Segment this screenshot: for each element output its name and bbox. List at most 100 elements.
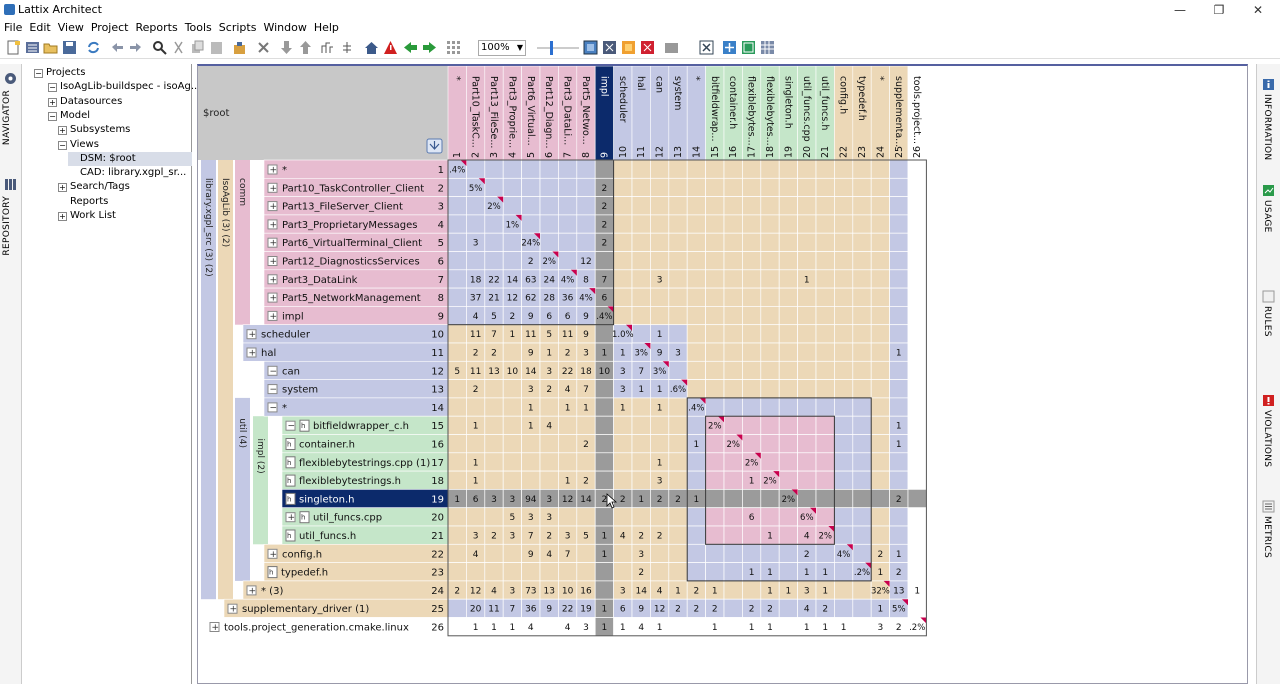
paste-icon[interactable] xyxy=(209,40,224,55)
matrix-cell xyxy=(668,507,688,527)
nav-item-datasources[interactable]: + Datasources xyxy=(48,95,122,109)
zoom-select[interactable]: 100% ▼ xyxy=(478,40,526,56)
cell-value: 16 xyxy=(580,586,592,596)
move-up-icon[interactable] xyxy=(298,40,313,55)
rules-icon[interactable] xyxy=(1262,290,1275,303)
back-icon[interactable] xyxy=(403,40,418,55)
delete-icon[interactable] xyxy=(256,40,271,55)
menu-scripts[interactable]: Scripts xyxy=(216,20,260,36)
package-icon[interactable] xyxy=(232,40,247,55)
copy-icon[interactable] xyxy=(190,40,205,55)
menu-edit[interactable]: Edit xyxy=(26,20,53,36)
nav-item-model[interactable]: − Model xyxy=(48,109,90,123)
cell-value: 2 xyxy=(602,184,608,194)
menu-reports[interactable]: Reports xyxy=(132,20,180,36)
collapse-toggle-icon[interactable]: − xyxy=(48,83,57,93)
matrix-cell xyxy=(539,470,559,490)
cell-value: 5 xyxy=(491,312,497,322)
refresh-icon[interactable] xyxy=(86,40,101,55)
navigator-icon[interactable] xyxy=(4,72,17,85)
matrix-cell xyxy=(834,360,854,380)
grid-icon[interactable] xyxy=(446,40,461,55)
matrix-cell xyxy=(447,617,467,637)
open-folder-icon[interactable] xyxy=(43,40,58,55)
metrics-tab[interactable]: METRICS xyxy=(1262,516,1272,558)
matrix-cell xyxy=(870,287,890,307)
metrics-icon[interactable] xyxy=(1262,500,1275,513)
menu-view[interactable]: View xyxy=(55,20,87,36)
close-view-icon[interactable] xyxy=(699,40,714,55)
matrix-cell xyxy=(870,269,890,289)
nav-item-views[interactable]: − Views xyxy=(58,138,99,152)
navigator-tab[interactable]: NAVIGATOR xyxy=(2,90,12,145)
matrix-cell xyxy=(889,306,909,326)
nav-item-cad-library-xgpl-sr[interactable]: CAD: library.xgpl_sr... xyxy=(68,166,186,180)
expand-icon[interactable] xyxy=(722,40,737,55)
zoom-slider[interactable] xyxy=(535,41,581,55)
usage-icon[interactable] xyxy=(1262,184,1275,197)
move-down-icon[interactable] xyxy=(279,40,294,55)
cut-icon[interactable] xyxy=(171,40,186,55)
matrix-cell xyxy=(484,543,504,563)
rules-tab[interactable]: RULES xyxy=(1262,306,1272,337)
repository-icon[interactable] xyxy=(4,178,17,191)
save-icon[interactable] xyxy=(62,40,77,55)
list-icon[interactable] xyxy=(25,40,40,55)
view-dark-icon[interactable] xyxy=(602,40,617,55)
new-project-icon[interactable] xyxy=(6,40,21,55)
violations-icon[interactable] xyxy=(1262,394,1275,407)
menu-help[interactable]: Help xyxy=(311,20,342,36)
view-orange-icon[interactable] xyxy=(621,40,636,55)
minimize-button[interactable]: — xyxy=(1160,1,1200,19)
restore-button[interactable]: ❐ xyxy=(1199,1,1239,19)
menu-tools[interactable]: Tools xyxy=(182,20,215,36)
expand-toggle-icon[interactable]: + xyxy=(48,97,57,107)
expand-toggle-icon[interactable]: + xyxy=(58,183,67,193)
partition-icon[interactable] xyxy=(320,40,335,55)
nav-item-isoaglib-buildspec-isoag[interactable]: − IsoAgLib-buildspec - isoAg... xyxy=(48,80,200,94)
view-red-icon[interactable] xyxy=(640,40,655,55)
tree-icon[interactable] xyxy=(340,40,355,55)
expand-toggle-icon[interactable]: + xyxy=(58,126,67,136)
redo-icon[interactable] xyxy=(128,40,143,55)
nav-item-search-tags[interactable]: + Search/Tags xyxy=(58,180,130,194)
collapse-toggle-icon[interactable]: − xyxy=(48,111,57,121)
undo-icon[interactable] xyxy=(110,40,125,55)
cell-value: 7 xyxy=(510,605,516,615)
matrix-cell xyxy=(797,434,817,454)
matrix-cell xyxy=(870,489,890,509)
cell-value: 73 xyxy=(525,586,536,596)
layout-icon[interactable] xyxy=(664,40,679,55)
cell-value: 1 xyxy=(454,495,460,505)
collapse-toggle-icon[interactable]: − xyxy=(58,140,67,150)
collapse-icon[interactable] xyxy=(741,40,756,55)
nav-item-dsm-root[interactable]: DSM: $root xyxy=(68,151,192,166)
violations-tab[interactable]: VIOLATIONS xyxy=(1262,410,1272,467)
nav-item-projects[interactable]: − Projects xyxy=(34,66,85,80)
group-label-isoaglib: IsoAgLib (3) (2) xyxy=(220,178,230,247)
nav-item-subsystems[interactable]: + Subsystems xyxy=(58,123,130,137)
column-header-number: 1 xyxy=(452,152,463,158)
usage-tab[interactable]: USAGE xyxy=(1262,200,1272,233)
menu-project[interactable]: Project xyxy=(88,20,132,36)
repository-tab[interactable]: REPOSITORY xyxy=(2,196,12,256)
home-icon[interactable] xyxy=(364,40,379,55)
matrix-cell xyxy=(484,159,504,179)
view-blue-icon[interactable] xyxy=(583,40,598,55)
collapse-toggle-icon[interactable]: − xyxy=(34,69,43,78)
forward-icon[interactable] xyxy=(422,40,437,55)
table-icon[interactable] xyxy=(760,40,775,55)
menu-file[interactable]: File xyxy=(1,20,25,36)
search-icon[interactable] xyxy=(152,40,167,55)
close-button[interactable]: ✕ xyxy=(1238,1,1278,19)
menu-window[interactable]: Window xyxy=(260,20,309,36)
matrix-cell xyxy=(889,507,909,527)
nav-item-work-list[interactable]: + Work List xyxy=(58,209,116,223)
expand-toggle-icon[interactable]: + xyxy=(58,212,67,221)
matrix-cell xyxy=(852,269,872,289)
nav-item-reports[interactable]: Reports xyxy=(58,195,108,209)
warning-icon[interactable] xyxy=(383,40,398,55)
matrix-cell xyxy=(797,232,817,252)
information-tab[interactable]: INFORMATION xyxy=(1262,94,1272,160)
information-icon[interactable] xyxy=(1262,78,1275,91)
